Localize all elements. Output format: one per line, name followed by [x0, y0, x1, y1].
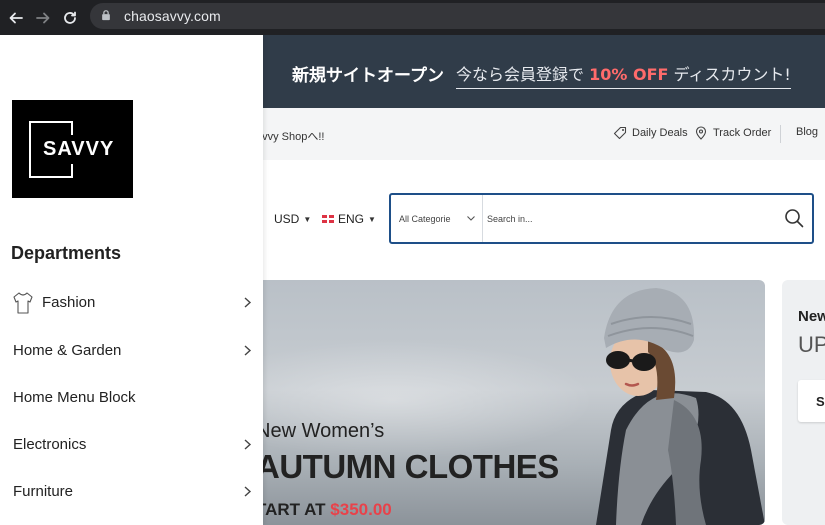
welcome-text: avvy Shopへ!!: [256, 131, 325, 143]
hero-subtitle: New Women’s: [256, 420, 385, 442]
promo-title: 新規サイトオープン: [292, 66, 444, 86]
back-button[interactable]: [5, 7, 27, 29]
language-label: ENG: [338, 212, 365, 226]
arrow-left-icon: [9, 12, 23, 23]
daily-deals-link[interactable]: Daily Deals: [613, 126, 688, 140]
blog-link[interactable]: Blog: [796, 126, 818, 138]
dept-item-home-garden[interactable]: Home & Garden: [0, 332, 263, 372]
logo-text: SAVVY: [43, 138, 115, 160]
language-dropdown[interactable]: ENG ▼: [322, 212, 376, 226]
dept-item-label: Electronics: [13, 436, 87, 453]
search-icon[interactable]: [784, 208, 804, 228]
uk-flag-icon: [322, 215, 334, 223]
track-order-label: Track Order: [713, 127, 772, 139]
util-divider: [780, 125, 781, 143]
hero-price-value: $350.00: [330, 500, 392, 519]
promo-offer-suffix: ディスカウント!: [673, 65, 791, 84]
currency-dropdown[interactable]: USD ▼: [274, 212, 311, 226]
side-banner-button[interactable]: S: [798, 380, 825, 422]
chevron-right-icon: [244, 439, 252, 450]
dept-item-fashion[interactable]: Fashion: [0, 284, 263, 324]
dept-item-electronics[interactable]: Electronics: [0, 426, 263, 466]
browser-toolbar: chaosavvy.com: [0, 0, 825, 35]
address-bar[interactable]: chaosavvy.com: [90, 3, 825, 29]
chevron-right-icon: [244, 486, 252, 497]
lock-icon: [100, 9, 114, 23]
forward-button[interactable]: [32, 7, 54, 29]
url-text: chaosavvy.com: [124, 8, 221, 24]
savvy-logo[interactable]: SAVVY: [12, 100, 133, 198]
chevron-right-icon: [244, 345, 252, 356]
dept-item-label: Furniture: [13, 483, 74, 500]
dept-item-label: Fashion: [42, 294, 96, 311]
track-order-link[interactable]: Track Order: [694, 126, 771, 140]
chevron-right-icon: [244, 297, 252, 308]
side-banner-button-label: S: [816, 393, 825, 409]
side-promo-banner: New UP S: [782, 280, 825, 525]
hero-price-prefix: TART AT: [256, 500, 326, 519]
tag-icon: [613, 126, 627, 140]
category-select-label: All Categorie: [399, 213, 451, 224]
promo-offer-prefix: 今なら会員登録で: [456, 65, 585, 84]
map-pin-icon: [695, 126, 707, 140]
reload-icon: [64, 11, 76, 24]
daily-deals-label: Daily Deals: [632, 127, 688, 139]
arrow-right-icon: [36, 12, 50, 23]
side-banner-new: New: [798, 308, 825, 325]
departments-title: Departments: [11, 243, 122, 263]
shirt-icon: [13, 292, 33, 314]
hero-model-image: [596, 288, 765, 525]
side-banner-up: UP: [798, 332, 825, 357]
hero-price: TART AT $350.00: [256, 500, 392, 520]
hero-banner[interactable]: New Women’s AUTUMN CLOTHES TART AT $350.…: [256, 280, 765, 525]
chevron-down-icon: [467, 216, 475, 221]
category-select[interactable]: All Categorie: [391, 195, 483, 242]
page-viewport: 新規サイトオープン 今なら会員登録で 10% OFF ディスカウント! avvy…: [0, 35, 825, 525]
chevron-down-icon: ▼: [303, 214, 312, 224]
search-input[interactable]: [487, 195, 767, 242]
currency-label: USD: [274, 212, 300, 226]
hero-title: AUTUMN CLOTHES: [256, 448, 559, 485]
chevron-down-icon: ▼: [368, 214, 376, 224]
promo-offer-highlight: 10% OFF: [589, 65, 669, 84]
reload-button[interactable]: [59, 7, 81, 29]
dept-item-label: Home & Garden: [13, 342, 122, 359]
search-bar: All Categorie: [389, 193, 814, 244]
dept-item-label: Home Menu Block: [13, 389, 136, 406]
dept-item-home-menu-block[interactable]: Home Menu Block: [0, 379, 263, 419]
dept-item-furniture[interactable]: Furniture: [0, 473, 263, 513]
promo-offer-link[interactable]: 今なら会員登録で 10% OFF ディスカウント!: [456, 61, 791, 89]
department-drawer: SAVVY Departments Fashion Home & Garden …: [0, 35, 263, 525]
blog-label: Blog: [796, 126, 819, 138]
